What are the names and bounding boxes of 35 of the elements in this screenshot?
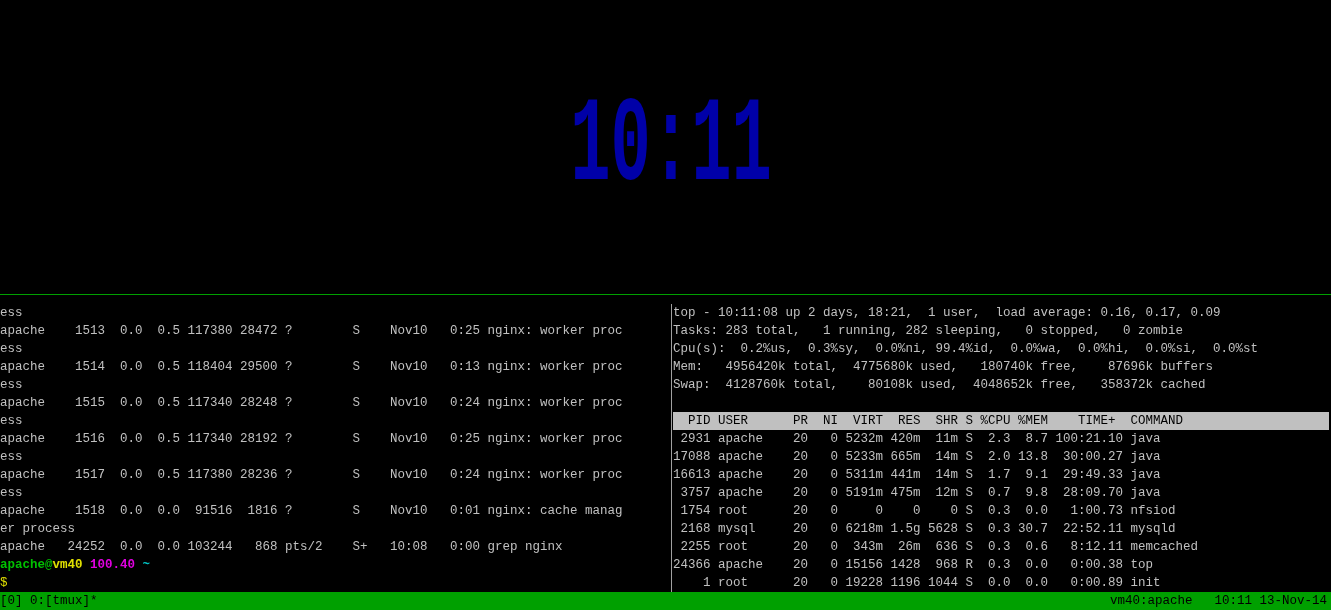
top-summary-line: Cpu(s): 0.2%us, 0.3%sy, 0.0%ni, 99.4%id, 0.0%wa, 0.0%hi, 0.0%si, 0.0%st xyxy=(673,341,1260,358)
process-row-text: 1 root 20 0 19228 1196 1044 S 0.0 0.0 0:00.89 init xyxy=(702,575,1162,592)
clock-display: 10:11 xyxy=(570,87,773,207)
process-row-text: 2931 apache 20 0 5232m 420m 11m S 2.3 8.7 100:21.10 java xyxy=(679,431,1162,448)
terminal-line: ess xyxy=(0,305,24,322)
process-row-text: 2168 mysql 20 0 6218m 1.5g 5628 S 0.3 30.7 22:52.11 mysqld xyxy=(679,521,1177,538)
process-row-text: 1754 root 20 0 0 0 0 S 0.3 0.0 1:00.73 nfsiod xyxy=(679,503,1177,520)
terminal-line: apache 1515 0.0 0.5 117340 28248 ? S Nov10 0:24 nginx: worker proc xyxy=(0,395,624,412)
terminal-line: ess xyxy=(0,341,24,358)
date-time: 10:11 13-Nov-14 xyxy=(1214,593,1327,610)
terminal-line: apache 1513 0.0 0.5 117380 28472 ? S Nov10 0:25 nginx: worker proc xyxy=(0,323,624,340)
terminal-line: apache 1518 0.0 0.0 91516 1816 ? S Nov10 0:01 nginx: cache manag xyxy=(0,503,624,520)
process-row-text: 24366 apache 20 0 15156 1428 968 R 0.3 0.0 0:00.38 top xyxy=(673,557,1155,574)
process-table-header: PID USER PR NI VIRT RES SHR S %CPU %MEM TIME+ COMMAND xyxy=(673,412,1329,430)
terminal-line: ess xyxy=(0,377,24,394)
terminal-line: apache 1517 0.0 0.5 117380 28236 ? S Nov10 0:24 nginx: worker proc xyxy=(0,467,624,484)
top-summary-line: Mem: 4956420k total, 4775680k used, 180740k free, 87696k buffers xyxy=(673,359,1215,376)
terminal-line: ess xyxy=(0,485,24,502)
prompt-symbol: $ xyxy=(0,575,9,592)
top-summary-line: top - 10:11:08 up 2 days, 18:21, 1 user, load average: 0.16, 0.17, 0.09 xyxy=(673,305,1222,322)
process-row-text: 3757 apache 20 0 5191m 475m 12m S 0.7 9.8 28:09.70 java xyxy=(679,485,1162,502)
terminal-line: apache 24252 0.0 0.0 103244 868 pts/2 S+ 10:08 0:00 grep nginx xyxy=(0,539,564,556)
session-label: [0] 0:[tmux]* xyxy=(0,593,98,610)
shell-prompt: apache@vm40 100.40 ~ xyxy=(0,557,152,574)
terminal-line: ess xyxy=(0,449,24,466)
terminal-line: apache 1514 0.0 0.5 118404 29500 ? S Nov10 0:13 nginx: worker proc xyxy=(0,359,624,376)
top-summary-line: Swap: 4128760k total, 80108k used, 4048652k free, 358372k cached xyxy=(673,377,1207,394)
terminal-line: apache 1516 0.0 0.5 117340 28192 ? S Nov10 0:25 nginx: worker proc xyxy=(0,431,624,448)
top-summary-line: Tasks: 283 total, 1 running, 282 sleeping, 0 stopped, 0 zombie xyxy=(673,323,1185,340)
host-label: vm40:apache xyxy=(1109,593,1193,610)
process-row-text: 16613 apache 20 0 5311m 441m 14m S 1.7 9.1 29:49.33 java xyxy=(673,467,1162,484)
terminal-line: er process xyxy=(0,521,76,538)
terminal-line: ess xyxy=(0,413,24,430)
process-row-text: 17088 apache 20 0 5233m 665m 14m S 2.0 13.8 30:00.27 java xyxy=(673,449,1162,466)
process-row-text: 2255 root 20 0 343m 26m 636 S 0.3 0.6 8:12.11 memcached xyxy=(679,539,1200,556)
